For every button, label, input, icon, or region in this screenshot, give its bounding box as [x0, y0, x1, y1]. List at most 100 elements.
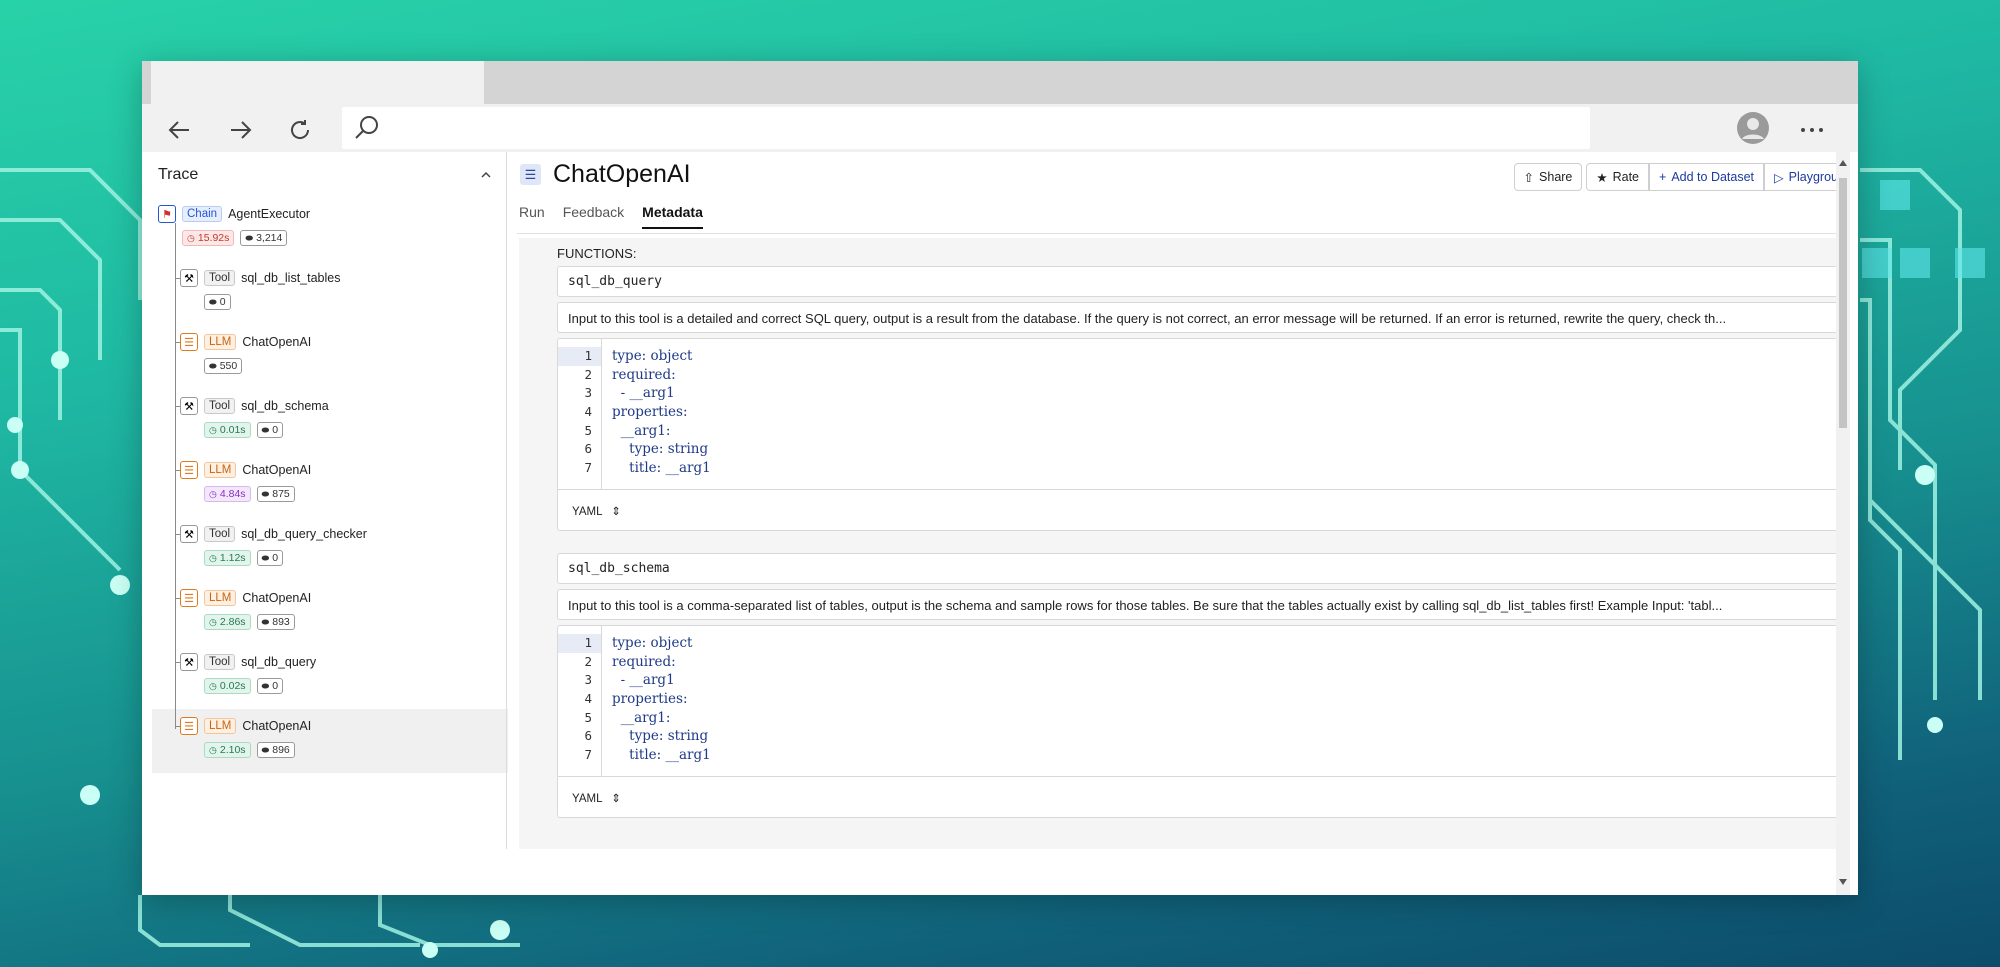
trace-item[interactable]: ⚒ Tool sql_db_query ◷ 0.02s ⬬ 0	[152, 645, 508, 709]
line-number: 5	[584, 709, 592, 725]
llm-icon: ☰	[180, 333, 198, 351]
reload-icon	[291, 120, 310, 139]
run-title: ChatOpenAI	[553, 160, 691, 188]
latency-value: 15.92s	[197, 232, 230, 244]
action-group: ★ Rate + Add to Dataset ▷ Playgrou	[1586, 163, 1840, 191]
rate-button[interactable]: ★ Rate	[1586, 163, 1650, 191]
function-description: Input to this tool is a comma-separated …	[557, 589, 1838, 620]
trace-item[interactable]: ⚑ Chain AgentExecutor ◷ 15.92s ⬬ 3,214	[152, 197, 508, 261]
token-count: 0	[272, 552, 279, 564]
trace-item-header: ⚒ Tool sql_db_schema	[180, 397, 329, 415]
browser-toolbar	[142, 104, 1858, 152]
share-button[interactable]: ⇧ Share	[1513, 163, 1583, 191]
chevron-updown-icon: ⇕	[611, 793, 621, 805]
tab-run[interactable]: Run	[519, 204, 545, 229]
token-icon: ⬬	[209, 296, 217, 307]
trace-item-name: sql_db_schema	[241, 399, 329, 413]
latency-badge: ◷ 0.01s	[204, 422, 251, 438]
clock-icon: ◷	[187, 232, 195, 243]
code-line: __arg1:	[612, 422, 671, 439]
latency-badge: ◷ 1.12s	[204, 550, 251, 566]
code-line: title: __arg1	[612, 747, 711, 764]
format-selector[interactable]: YAML ⇕	[558, 489, 1837, 532]
reload-button[interactable]	[282, 112, 318, 148]
token-badge: ⬬ 0	[256, 678, 284, 694]
token-icon: ⬬	[261, 680, 270, 691]
panel-divider[interactable]	[506, 152, 507, 849]
format-label: YAML	[572, 506, 603, 518]
arrow-left-icon	[168, 121, 189, 139]
back-button[interactable]	[162, 112, 198, 148]
browser-window: Trace ⚑ Chain AgentExecutor ◷ 15.92s ⬬ 3,214 ⚒ T…	[142, 61, 1858, 895]
tree-line	[175, 223, 176, 729]
page-scrollbar[interactable]	[1836, 152, 1850, 895]
trace-list: ⚑ Chain AgentExecutor ◷ 15.92s ⬬ 3,214 ⚒ Tool sql…	[152, 197, 508, 773]
trace-item-name: sql_db_query_checker	[241, 527, 367, 541]
play-circle-icon: ▷	[1774, 170, 1784, 185]
more-button[interactable]	[1794, 112, 1830, 148]
line-number: 6	[584, 728, 592, 744]
trace-item-name: sql_db_list_tables	[241, 271, 341, 285]
trace-item-header: ⚒ Tool sql_db_list_tables	[180, 269, 340, 287]
trace-item[interactable]: ⚒ Tool sql_db_list_tables ⬬ 0	[152, 261, 508, 325]
chevron-up-icon[interactable]	[480, 171, 492, 179]
token-count: 0	[272, 680, 279, 692]
trace-item[interactable]: ☰ LLM ChatOpenAI ⬬ 550	[152, 325, 508, 389]
scrollbar-thumb[interactable]	[1839, 178, 1847, 428]
code-line: properties:	[612, 404, 688, 421]
trace-item-name: ChatOpenAI	[242, 335, 312, 349]
forward-button[interactable]	[222, 112, 258, 148]
format-label: YAML	[572, 793, 603, 805]
line-number: 2	[584, 653, 592, 669]
trace-item[interactable]: ☰ LLM ChatOpenAI ◷ 4.84s ⬬ 875	[152, 453, 508, 517]
trace-item[interactable]: ☰ LLM ChatOpenAI ◷ 2.10s ⬬ 896	[152, 709, 508, 773]
tab-metadata[interactable]: Metadata	[642, 204, 703, 229]
search-icon	[355, 116, 378, 139]
latency-value: 4.84s	[219, 488, 246, 500]
llm-icon: ☰	[180, 717, 198, 735]
latency-badge: ◷ 15.92s	[182, 230, 235, 246]
trace-item[interactable]: ☰ LLM ChatOpenAI ◷ 2.86s ⬬ 893	[152, 581, 508, 645]
profile-button[interactable]	[1736, 111, 1770, 145]
browser-tab[interactable]	[151, 61, 484, 104]
latency-value: 2.10s	[219, 744, 246, 756]
code-line: required:	[612, 653, 676, 670]
line-number: 4	[584, 404, 592, 420]
clock-icon: ◷	[209, 552, 217, 563]
code-content: type: object required: - __arg1 properti…	[612, 634, 711, 765]
playground-button[interactable]: ▷ Playgrou	[1764, 163, 1840, 191]
clock-icon: ◷	[209, 616, 217, 627]
address-bar[interactable]	[342, 107, 1590, 149]
line-number: 7	[584, 460, 592, 476]
line-number: 2	[584, 366, 592, 382]
tab-feedback[interactable]: Feedback	[563, 204, 624, 229]
trace-item-stats: ◷ 0.01s ⬬ 0	[204, 422, 284, 438]
trace-item-header: ⚒ Tool sql_db_query	[180, 653, 316, 671]
trace-item-stats: ◷ 15.92s ⬬ 3,214	[182, 230, 288, 246]
run-type-tag: Tool	[204, 654, 236, 670]
line-number: 5	[584, 422, 592, 438]
code-lines: 1 2 3 4 5 6 7 type: object required: - _…	[558, 339, 1837, 489]
trace-item[interactable]: ⚒ Tool sql_db_schema ◷ 0.01s ⬬ 0	[152, 389, 508, 453]
scroll-up-icon[interactable]	[1839, 160, 1847, 166]
code-line: __arg1:	[612, 709, 671, 726]
code-lines: 1 2 3 4 5 6 7 type: object required: - _…	[558, 626, 1837, 776]
trace-item[interactable]: ⚒ Tool sql_db_query_checker ◷ 1.12s ⬬ 0	[152, 517, 508, 581]
trace-item-name: AgentExecutor	[228, 207, 311, 221]
llm-icon: ☰	[180, 461, 198, 479]
trace-item-stats: ⬬ 0	[204, 294, 231, 310]
token-count: 0	[219, 296, 226, 308]
trace-header: Trace	[152, 152, 508, 197]
code-line: - __arg1	[612, 385, 675, 402]
trace-item-name: ChatOpenAI	[242, 719, 312, 733]
scroll-down-icon[interactable]	[1839, 879, 1847, 885]
function-name: sql_db_schema	[557, 553, 1838, 584]
run-detail-panel: ☰ ChatOpenAI ⇧ Share ★ Rate + Add to Dat…	[517, 152, 1840, 849]
code-editor[interactable]: 1 2 3 4 5 6 7 type: object required: - _…	[557, 338, 1838, 531]
token-badge: ⬬ 0	[204, 294, 231, 310]
add-to-dataset-button[interactable]: + Add to Dataset	[1649, 163, 1765, 191]
line-number: 4	[584, 691, 592, 707]
function-description: Input to this tool is a detailed and cor…	[557, 302, 1838, 333]
format-selector[interactable]: YAML ⇕	[558, 776, 1837, 819]
code-editor[interactable]: 1 2 3 4 5 6 7 type: object required: - _…	[557, 625, 1838, 818]
